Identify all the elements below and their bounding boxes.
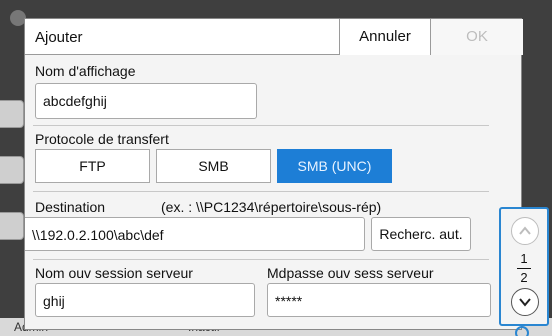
display-name-field[interactable]: abcdefghij <box>35 83 257 119</box>
protocol-option-ftp[interactable]: FTP <box>35 149 150 183</box>
page-total: 2 <box>520 270 528 285</box>
background-tab <box>0 156 24 184</box>
pointer-indicator <box>515 326 529 336</box>
server-login-label: Nom ouv session serveur <box>35 265 193 281</box>
background-tab <box>0 212 24 240</box>
destination-example: (ex. : \\PC1234\répertoire\sous-rép) <box>161 199 382 215</box>
server-login-field[interactable]: ghij <box>35 283 255 317</box>
auto-search-button[interactable]: Recherc. aut. <box>371 217 471 251</box>
protocol-option-smb[interactable]: SMB <box>156 149 271 183</box>
divider <box>33 191 489 192</box>
destination-field[interactable]: \\192.0.2.100\abc\def <box>25 217 365 251</box>
dialog-header: Ajouter Annuler OK <box>25 19 523 55</box>
add-destination-dialog: Ajouter Annuler OK Nom d'affichage abcde… <box>24 18 523 330</box>
page-up-button[interactable] <box>511 217 539 245</box>
page-current: 1 <box>520 251 528 266</box>
destination-label: Destination <box>35 199 106 215</box>
page-fraction-line <box>517 268 531 269</box>
server-password-field[interactable]: ***** <box>267 283 491 317</box>
cancel-button[interactable]: Annuler <box>339 19 431 55</box>
divider <box>33 125 489 126</box>
protocol-label: Protocole de transfert <box>35 131 169 147</box>
chevron-up-icon <box>519 226 531 235</box>
display-name-label: Nom d'affichage <box>35 63 136 79</box>
divider <box>33 259 489 260</box>
server-password-label: Mdpasse ouv sess serveur <box>267 265 434 281</box>
protocol-option-smb-unc[interactable]: SMB (UNC) <box>277 149 392 183</box>
page-down-button[interactable] <box>511 288 539 316</box>
dialog-title: Ajouter <box>35 29 83 46</box>
chevron-down-icon <box>519 298 531 307</box>
background-tab <box>0 100 24 128</box>
page-navigator: 1 2 <box>499 207 549 326</box>
ok-button[interactable]: OK <box>431 19 523 55</box>
